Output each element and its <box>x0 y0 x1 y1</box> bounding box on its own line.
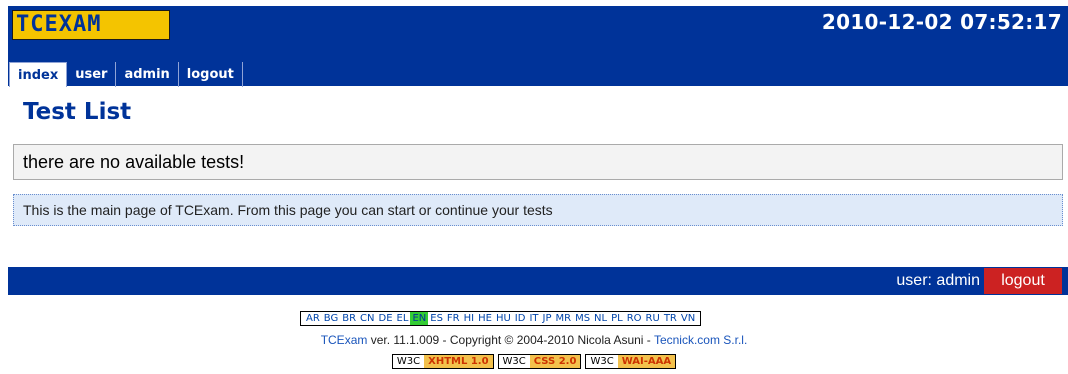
language-link-nl[interactable]: NL <box>592 312 609 325</box>
tcexam-logo[interactable]: TCEXAM <box>12 10 170 40</box>
w3c-xhtml-badge[interactable]: W3C XHTML 1.0 <box>391 354 494 369</box>
language-link-he[interactable]: HE <box>476 312 494 325</box>
language-link-id[interactable]: ID <box>513 312 528 325</box>
language-link-fr[interactable]: FR <box>445 312 462 325</box>
language-link-hu[interactable]: HU <box>494 312 513 325</box>
language-link-es[interactable]: ES <box>428 312 445 325</box>
badge-css-label: CSS 2.0 <box>529 355 581 368</box>
menu-item-user[interactable]: user <box>67 62 117 87</box>
language-link-br[interactable]: BR <box>340 312 358 325</box>
language-link-en[interactable]: EN <box>410 312 429 325</box>
badge-w3c-label: W3C <box>498 355 530 368</box>
badge-w3c-label: W3C <box>586 355 618 368</box>
menu-item-admin[interactable]: admin <box>116 62 179 87</box>
badge-wai-label: WAI-AAA <box>617 355 676 368</box>
tcexam-link[interactable]: TCExam <box>321 333 368 347</box>
language-link-ro[interactable]: RO <box>625 312 644 325</box>
copyright-text: ver. 11.1.009 - Copyright © 2004-2010 Ni… <box>367 333 654 347</box>
header-bar: TCEXAM 2010-12-02 07:52:17 index user ad… <box>8 6 1068 87</box>
language-link-ar[interactable]: AR <box>304 312 322 325</box>
language-selector: AR BG BR CN DE EL EN ES FR HI HE HU ID IT JP MR MS NL PL RO… <box>300 311 702 326</box>
language-link-pl[interactable]: PL <box>609 312 625 325</box>
language-link-mr[interactable]: MR <box>553 312 573 325</box>
current-user-label: user: admin <box>896 272 980 289</box>
language-link-jp[interactable]: JP <box>541 312 554 325</box>
tecnick-link[interactable]: Tecnick.com S.r.l. <box>654 333 747 347</box>
language-link-ru[interactable]: RU <box>644 312 662 325</box>
language-link-tr[interactable]: TR <box>662 312 679 325</box>
user-bar: user: admin logout <box>8 267 1068 295</box>
language-link-cn[interactable]: CN <box>358 312 376 325</box>
language-link-ms[interactable]: MS <box>573 312 592 325</box>
datetime-display: 2010-12-02 07:52:17 <box>821 10 1062 34</box>
menu-item-index[interactable]: index <box>9 62 68 87</box>
language-link-el[interactable]: EL <box>395 312 411 325</box>
help-message: This is the main page of TCExam. From th… <box>13 194 1063 226</box>
no-tests-message: there are no available tests! <box>13 144 1063 180</box>
copyright-line: TCExam ver. 11.1.009 - Copyright © 2004-… <box>0 333 1068 347</box>
logout-button[interactable]: logout <box>984 268 1062 294</box>
language-link-hi[interactable]: HI <box>462 312 476 325</box>
page-title: Test List <box>23 99 132 125</box>
menu-item-logout[interactable]: logout <box>179 62 243 87</box>
language-link-it[interactable]: IT <box>527 312 540 325</box>
badge-w3c-label: W3C <box>392 355 425 368</box>
language-link-de[interactable]: DE <box>377 312 395 325</box>
w3c-badges: W3C XHTML 1.0 W3C CSS 2.0 W3C WAI-AAA <box>0 354 1068 369</box>
w3c-css-badge[interactable]: W3C CSS 2.0 <box>497 354 582 369</box>
language-link-vn[interactable]: VN <box>679 312 697 325</box>
logo-text: TCEXAM <box>16 12 102 37</box>
main-menu: index user admin logout <box>9 62 243 87</box>
language-link-bg[interactable]: BG <box>322 312 340 325</box>
w3c-wai-badge[interactable]: W3C WAI-AAA <box>585 354 677 369</box>
badge-xhtml-label: XHTML 1.0 <box>424 355 493 368</box>
